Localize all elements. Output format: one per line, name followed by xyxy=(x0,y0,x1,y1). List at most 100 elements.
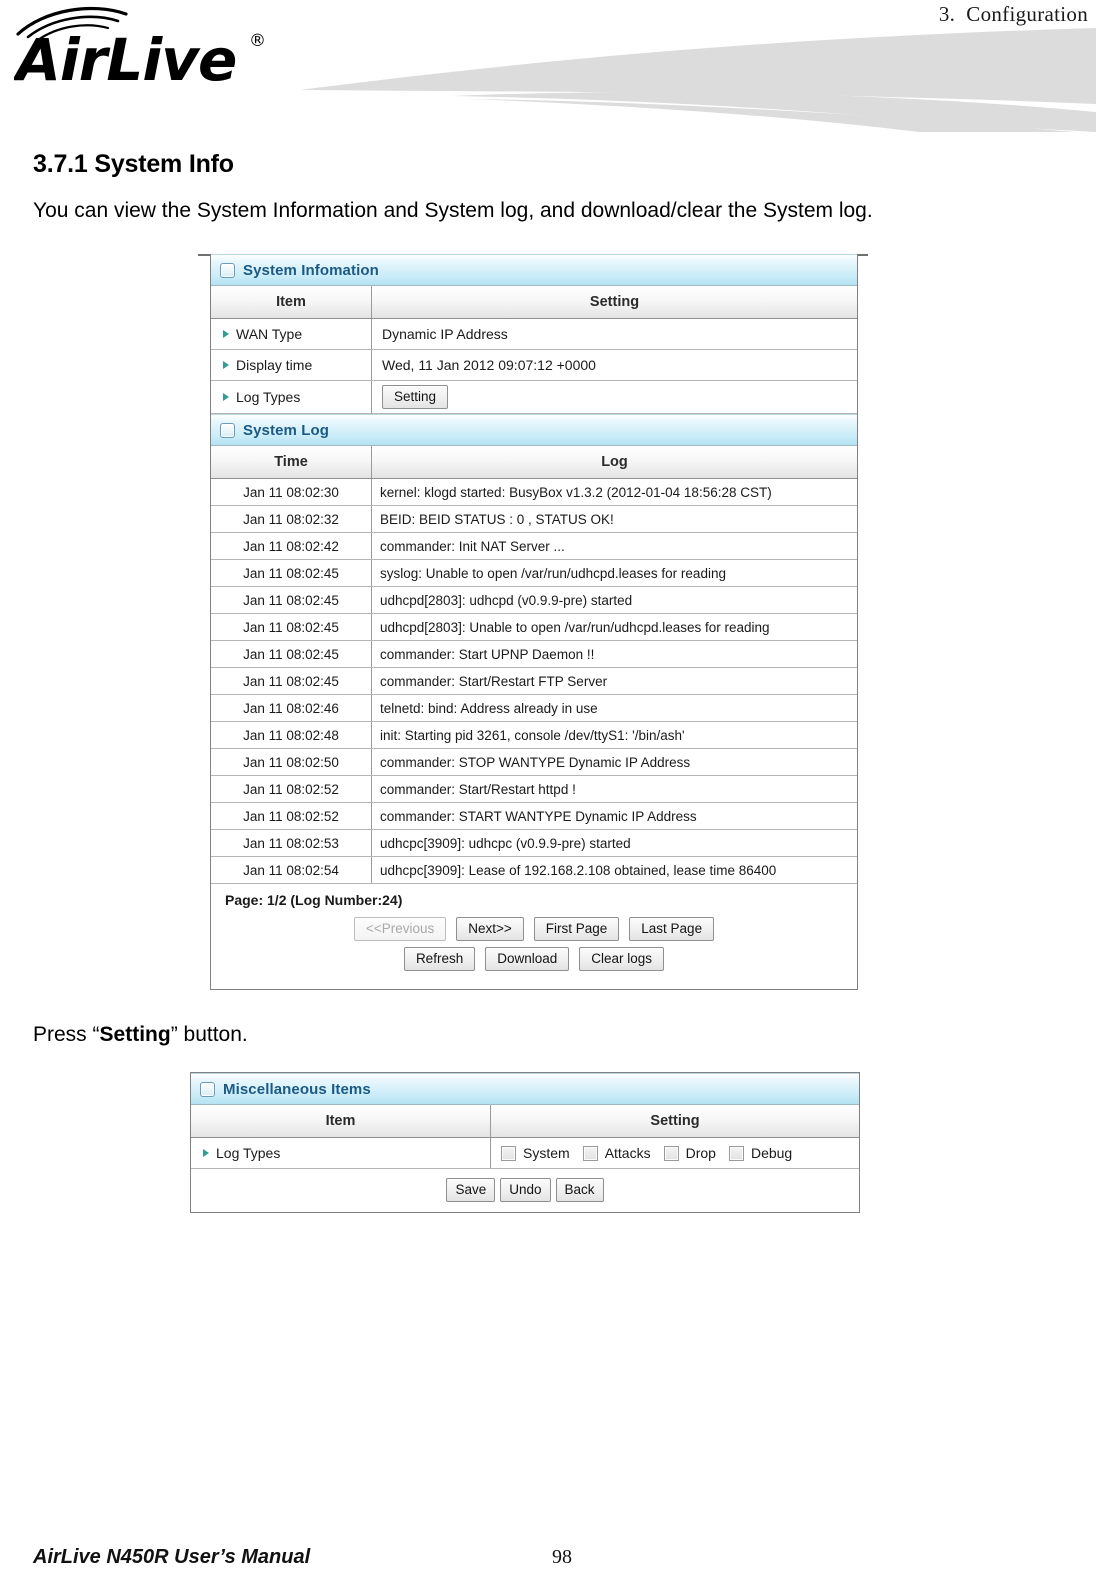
row-label-text: WAN Type xyxy=(236,326,303,342)
log-action-buttons: Refresh Download Clear logs xyxy=(211,947,857,971)
row-label-text: Log Types xyxy=(216,1145,281,1161)
page-footer: AirLive N450R User’s Manual 98 xyxy=(0,1539,1096,1569)
checkbox-label-attacks: Attacks xyxy=(604,1145,651,1161)
table-row: Jan 11 08:02:52 commander: START WANTYPE … xyxy=(211,803,857,830)
checkbox-debug[interactable] xyxy=(728,1145,744,1161)
log-message-cell: udhcpd[2803]: udhcpd (v0.9.9-pre) starte… xyxy=(380,592,633,608)
checkbox-label-debug: Debug xyxy=(750,1145,793,1161)
table-row-log-types: Log Types System Attacks Drop Debug xyxy=(191,1138,859,1169)
log-nav-button-firstpage[interactable]: First Page xyxy=(533,917,620,941)
section-bar-miscellaneous-items[interactable]: Miscellaneous Items xyxy=(191,1073,859,1105)
chapter-label: 3. Configuration xyxy=(938,2,1088,26)
press-bold-word: Setting xyxy=(99,1023,171,1046)
triangle-bullet-icon xyxy=(203,1149,209,1157)
checkbox-label-drop: Drop xyxy=(685,1145,716,1161)
row-label-text: Display time xyxy=(236,357,313,373)
log-time-cell: Jan 11 08:02:32 xyxy=(211,506,372,532)
triangle-bullet-icon xyxy=(223,361,229,369)
checkbox-drop[interactable] xyxy=(663,1145,679,1161)
row-label-cell: Display time xyxy=(211,350,372,380)
undo-button[interactable]: Undo xyxy=(500,1178,551,1202)
press-setting-paragraph: Press “Setting” button. xyxy=(33,1020,1096,1050)
system-info-screenshot: System Infomation Item Setting WAN Type … xyxy=(0,254,1096,990)
log-nav-button-lastpage[interactable]: Last Page xyxy=(629,917,715,941)
section-bar-system-log[interactable]: System Log xyxy=(211,414,857,446)
log-message-cell: init: Starting pid 3261, console /dev/tt… xyxy=(380,727,685,743)
table-row: Jan 11 08:02:45 syslog: Unable to open /v… xyxy=(211,560,857,587)
row-label-cell: Log Types xyxy=(191,1138,491,1168)
log-action-button-download[interactable]: Download xyxy=(485,947,570,971)
log-time-cell: Jan 11 08:02:45 xyxy=(211,641,372,667)
log-time-cell: Jan 11 08:02:46 xyxy=(211,695,372,721)
table-row-wan-type: WAN Type Dynamic IP Address xyxy=(211,319,857,350)
system-log-footer: Page: 1/2 (Log Number:24) <<Previous Next… xyxy=(211,884,857,989)
table-row-log-types: Log Types Setting xyxy=(211,381,857,414)
log-time-cell: Jan 11 08:02:45 xyxy=(211,560,372,586)
row-label-cell: WAN Type xyxy=(211,319,372,349)
log-nav-button-next[interactable]: Next>> xyxy=(456,917,524,941)
row-label-text: Log Types xyxy=(236,389,301,405)
section-bar-title: System Log xyxy=(243,421,330,439)
column-header-setting: Setting xyxy=(650,1113,700,1129)
table-row-display-time: Display time Wed, 11 Jan 2012 09:07:12 +… xyxy=(211,350,857,381)
row-value-cell: System Attacks Drop Debug xyxy=(491,1138,859,1168)
log-time-cell: Jan 11 08:02:45 xyxy=(211,668,372,694)
log-types-setting-button[interactable]: Setting xyxy=(382,385,449,409)
log-message-cell: udhcpc[3909]: udhcpc (v0.9.9-pre) starte… xyxy=(380,835,631,851)
collapse-box-icon[interactable] xyxy=(220,422,235,438)
airlive-logo-icon: AirLive ® xyxy=(14,6,266,90)
system-info-panel: System Infomation Item Setting WAN Type … xyxy=(210,254,858,990)
row-label-cell: Log Types xyxy=(211,381,372,413)
system-info-table-header: Item Setting xyxy=(211,286,857,319)
collapse-box-icon[interactable] xyxy=(220,262,235,278)
log-message-cell: commander: Start UPNP Daemon !! xyxy=(380,646,595,662)
miscellaneous-action-buttons: Save Undo Back xyxy=(191,1169,859,1212)
log-message-cell: telnetd: bind: Address already in use xyxy=(380,700,598,716)
checkbox-attacks[interactable] xyxy=(582,1145,598,1161)
system-log-rows: Jan 11 08:02:30 kernel: klogd started: Bu… xyxy=(211,479,857,884)
log-action-button-clearlogs[interactable]: Clear logs xyxy=(579,947,665,971)
log-time-cell: Jan 11 08:02:30 xyxy=(211,479,372,505)
log-action-button-refresh[interactable]: Refresh xyxy=(403,947,476,971)
section-heading: 3.7.1 System Info xyxy=(33,150,234,178)
log-time-cell: Jan 11 08:02:48 xyxy=(211,722,372,748)
collapse-box-icon[interactable] xyxy=(200,1081,215,1097)
press-suffix: ” button. xyxy=(170,1023,248,1046)
back-button[interactable]: Back xyxy=(555,1178,604,1202)
section-bar-system-information[interactable]: System Infomation xyxy=(211,254,857,286)
miscellaneous-table-header: Item Setting xyxy=(191,1105,859,1138)
log-message-cell: commander: STOP WANTYPE Dynamic IP Addre… xyxy=(380,754,691,770)
log-time-cell: Jan 11 08:02:42 xyxy=(211,533,372,559)
log-message-cell: commander: Init NAT Server ... xyxy=(380,538,565,554)
section-bar-title: Miscellaneous Items xyxy=(223,1080,371,1098)
triangle-bullet-icon xyxy=(223,330,229,338)
log-time-cell: Jan 11 08:02:50 xyxy=(211,749,372,775)
log-type-checkbox-group: System Attacks Drop Debug xyxy=(501,1145,798,1161)
log-message-cell: commander: Start/Restart httpd ! xyxy=(380,781,576,797)
footer-page-number: 98 xyxy=(552,1546,572,1568)
save-button[interactable]: Save xyxy=(446,1178,496,1202)
table-row: Jan 11 08:02:30 kernel: klogd started: Bu… xyxy=(211,479,857,506)
log-time-cell: Jan 11 08:02:45 xyxy=(211,614,372,640)
log-nav-button-previous: <<Previous xyxy=(353,917,447,941)
press-prefix: Press “ xyxy=(33,1023,100,1046)
log-message-cell: udhcpd[2803]: Unable to open /var/run/ud… xyxy=(380,619,770,635)
row-value-cell: Dynamic IP Address xyxy=(382,326,508,342)
svg-text:®: ® xyxy=(249,31,266,51)
table-row: Jan 11 08:02:54 udhcpc[3909]: Lease of 19… xyxy=(211,857,857,884)
footer-manual-title: AirLive N450R User’s Manual xyxy=(33,1546,311,1568)
column-header-time: Time xyxy=(211,446,372,478)
system-log-table-header: Time Log xyxy=(211,446,857,479)
miscellaneous-screenshot: Miscellaneous Items Item Setting Log Typ… xyxy=(0,1072,1096,1213)
table-row: Jan 11 08:02:52 commander: Start/Restart … xyxy=(211,776,857,803)
table-row: Jan 11 08:02:50 commander: STOP WANTYPE D… xyxy=(211,749,857,776)
checkbox-label-system: System xyxy=(523,1145,570,1161)
log-message-cell: udhcpc[3909]: Lease of 192.168.2.108 obt… xyxy=(380,862,777,878)
section-intro-paragraph: You can view the System Information and … xyxy=(33,199,873,222)
log-message-cell: kernel: klogd started: BusyBox v1.3.2 (2… xyxy=(380,484,772,500)
row-value-cell: Wed, 11 Jan 2012 09:07:12 +0000 xyxy=(382,357,596,373)
table-row: Jan 11 08:02:45 udhcpd[2803]: udhcpd (v0.… xyxy=(211,587,857,614)
table-row: Jan 11 08:02:45 udhcpd[2803]: Unable to o… xyxy=(211,614,857,641)
log-message-cell: commander: START WANTYPE Dynamic IP Addr… xyxy=(380,808,697,824)
checkbox-system[interactable] xyxy=(501,1145,516,1161)
